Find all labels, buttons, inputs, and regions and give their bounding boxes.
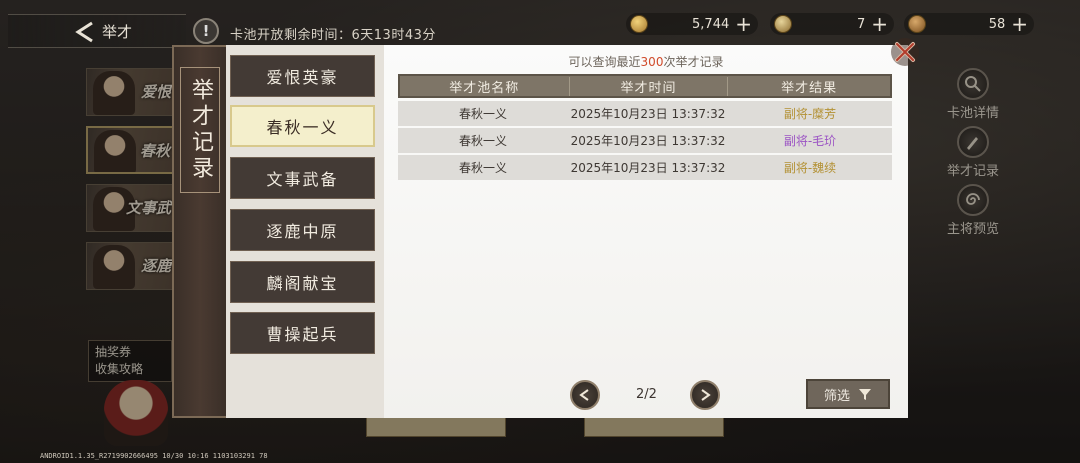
panel-title: 举才记录 — [188, 78, 213, 182]
back-label: 举才 — [102, 22, 133, 41]
draw-records-panel: 举才记录 爱恨英豪 春秋一义 文事武备 逐鹿中原 麟阁献宝 曹操起兵 可以查询最… — [172, 38, 919, 418]
ticket-currency: 58 + — [904, 13, 1034, 35]
records-content: 可以查询最近300次举才记录 举才池名称 举才时间 举才结果 春秋一义 2025… — [384, 45, 908, 418]
pool-tab[interactable]: 逐鹿中原 — [230, 209, 375, 251]
arrow-left-icon — [579, 389, 589, 401]
gold-coin-icon — [630, 15, 648, 33]
hint-prefix: 可以查询最近 — [568, 55, 641, 69]
prev-page-button[interactable] — [570, 380, 600, 410]
table-header: 举才池名称 举才时间 举才结果 — [398, 74, 892, 98]
back-button[interactable]: 举才 — [8, 14, 186, 48]
records-table-body: 春秋一义 2025年10月23日 13:37:32 副将-糜芳 春秋一义 202… — [398, 101, 892, 182]
table-row: 春秋一义 2025年10月23日 13:37:32 副将-毛玠 — [398, 128, 892, 153]
hint-suffix: 次举才记录 — [663, 55, 724, 69]
plus-icon[interactable]: + — [735, 14, 752, 34]
cell-result: 副将-魏续 — [783, 161, 837, 175]
pool-remaining-time: 卡池开放剩余时间：6天13时43分 — [230, 28, 436, 43]
gold-currency: 5,744 + — [626, 13, 758, 35]
table-row: 春秋一义 2025年10月23日 13:37:32 副将-魏续 — [398, 155, 892, 180]
filter-icon — [859, 389, 871, 400]
pool-tab[interactable]: 爱恨英豪 — [230, 55, 375, 97]
panel-title-frame: 举才记录 — [180, 67, 220, 193]
exclamation-icon: ! — [193, 18, 219, 44]
back-arrow-icon — [75, 21, 93, 43]
column-header-result: 举才结果 — [727, 76, 890, 96]
cell-time: 2025年10月23日 13:37:32 — [570, 107, 726, 121]
arrow-right-icon — [701, 389, 711, 401]
column-header-pool: 举才池名称 — [449, 80, 520, 96]
currency-value: 5,744 — [692, 16, 730, 32]
panel-title-strip: 举才记录 — [172, 45, 228, 418]
pool-tab[interactable]: 曹操起兵 — [230, 312, 375, 354]
currency-value: 7 — [856, 16, 866, 32]
pool-tab[interactable]: 文事武备 — [230, 157, 375, 199]
table-row: 春秋一义 2025年10月23日 13:37:32 副将-糜芳 — [398, 101, 892, 126]
filter-button[interactable]: 筛选 — [806, 379, 890, 409]
jade-icon — [774, 15, 792, 33]
currency-value: 58 — [988, 16, 1006, 32]
cell-pool: 春秋一义 — [458, 161, 507, 175]
cell-time: 2025年10月23日 13:37:32 — [570, 161, 726, 175]
pool-tab[interactable]: 麟阁献宝 — [230, 261, 375, 303]
hint-count: 300 — [640, 55, 664, 69]
next-page-button[interactable] — [690, 380, 720, 410]
cell-result: 副将-糜芳 — [783, 107, 837, 121]
close-icon[interactable] — [888, 35, 922, 69]
cell-pool: 春秋一义 — [458, 134, 507, 148]
cell-result: 副将-毛玠 — [783, 134, 837, 148]
filter-label: 筛选 — [823, 388, 850, 404]
plus-icon[interactable]: + — [1011, 14, 1028, 34]
jade-currency: 7 + — [770, 13, 894, 35]
pool-tab-selected[interactable]: 春秋一义 — [230, 105, 375, 147]
page-indicator: 2/2 — [636, 387, 657, 402]
cell-time: 2025年10月23日 13:37:32 — [570, 134, 726, 148]
cell-pool: 春秋一义 — [458, 107, 507, 121]
records-hint: 可以查询最近300次举才记录 — [384, 53, 908, 70]
build-watermark: ANDROID1.1.35_R2719902666495 10/30 10:16… — [40, 452, 268, 460]
ticket-icon — [908, 15, 926, 33]
column-header-time: 举才时间 — [568, 76, 728, 96]
plus-icon[interactable]: + — [871, 14, 888, 34]
